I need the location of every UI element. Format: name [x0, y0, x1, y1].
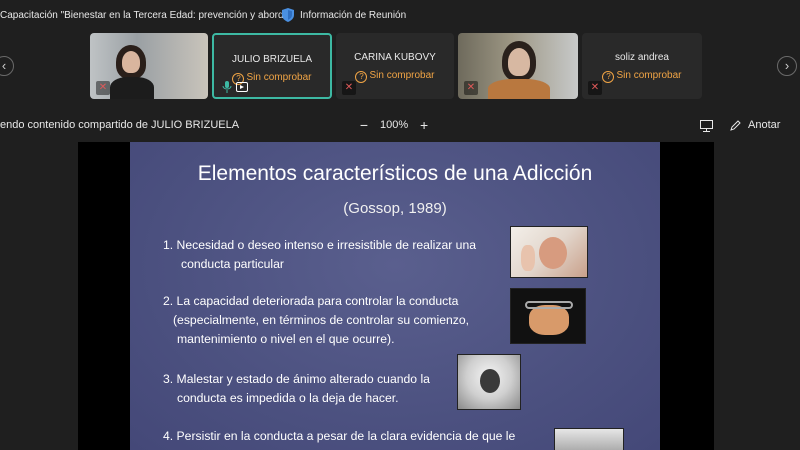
participant-name: JULIO BRIZUELA: [231, 54, 313, 65]
shared-slide: Elementos característicos de una Adicció…: [130, 142, 660, 450]
shield-icon: [282, 8, 294, 22]
mic-icon: [222, 81, 232, 93]
participant-tile-julio[interactable]: JULIO BRIZUELA ? Sin comprobar: [212, 33, 332, 99]
warning-icon: ?: [602, 71, 615, 83]
slide-item-2: 2. La capacidad deteriorada para control…: [163, 294, 470, 346]
meeting-info-button[interactable]: Información de Reunión: [282, 8, 406, 22]
slide-reference: (Gossop, 1989): [343, 200, 447, 217]
mic-off-icon: ✕: [464, 81, 478, 95]
participant-tile-video-1[interactable]: ✕: [90, 33, 208, 99]
slide-image-3: [457, 354, 521, 410]
title-bar: Capacitación "Bienestar en la Tercera Ed…: [0, 0, 800, 32]
zoom-out-button[interactable]: −: [358, 117, 370, 133]
whiteboard-icon[interactable]: [700, 120, 713, 132]
participant-video-body: [110, 77, 154, 99]
mic-off-icon: ✕: [96, 81, 110, 95]
slide-image-1: [510, 226, 588, 278]
zoom-controls: − 100% +: [358, 117, 430, 133]
pen-icon: [730, 120, 741, 131]
share-toolbar: endo contenido compartido de JULIO BRIZU…: [0, 113, 800, 139]
participant-tile-video-2[interactable]: ✕: [458, 33, 578, 99]
annotate-button[interactable]: Anotar: [730, 119, 780, 131]
chevron-left-icon[interactable]: ‹: [0, 56, 14, 76]
annotate-label: Anotar: [748, 119, 781, 131]
participant-video-body: [488, 79, 550, 99]
participant-tile-soliz[interactable]: soliz andrea ? Sin comprobar ✕: [582, 33, 702, 99]
zoom-in-button[interactable]: +: [418, 117, 430, 133]
slide-item-4: 4. Persistir en la conducta a pesar de l…: [163, 429, 516, 443]
participant-name: soliz andrea: [615, 52, 669, 63]
camera-icon: [236, 82, 248, 92]
participant-tile-carina[interactable]: CARINA KUBOVY ? Sin comprobar ✕: [336, 33, 454, 99]
participant-video-face: [122, 51, 140, 73]
participant-name: CARINA KUBOVY: [354, 52, 436, 63]
slide-title: Elementos característicos de una Adicció…: [197, 162, 593, 185]
meeting-title: Capacitación "Bienestar en la Tercera Ed…: [0, 10, 292, 21]
warning-icon: ?: [355, 71, 368, 83]
meeting-info-label: Información de Reunión: [300, 9, 407, 21]
slide-image-2: [510, 288, 586, 344]
slide-image-4: [554, 428, 624, 450]
chevron-right-icon[interactable]: ›: [777, 56, 797, 76]
participant-video-face: [508, 48, 530, 76]
slide-item-1: 1. Necesidad o deseo intenso e irresisti…: [163, 238, 476, 271]
slide-item-3: 3. Malestar y estado de ánimo alterado c…: [163, 372, 430, 405]
mic-off-icon: ✕: [342, 81, 356, 95]
mic-off-icon: ✕: [588, 81, 602, 95]
zoom-level: 100%: [380, 119, 409, 131]
share-status-text: endo contenido compartido de JULIO BRIZU…: [0, 119, 240, 131]
